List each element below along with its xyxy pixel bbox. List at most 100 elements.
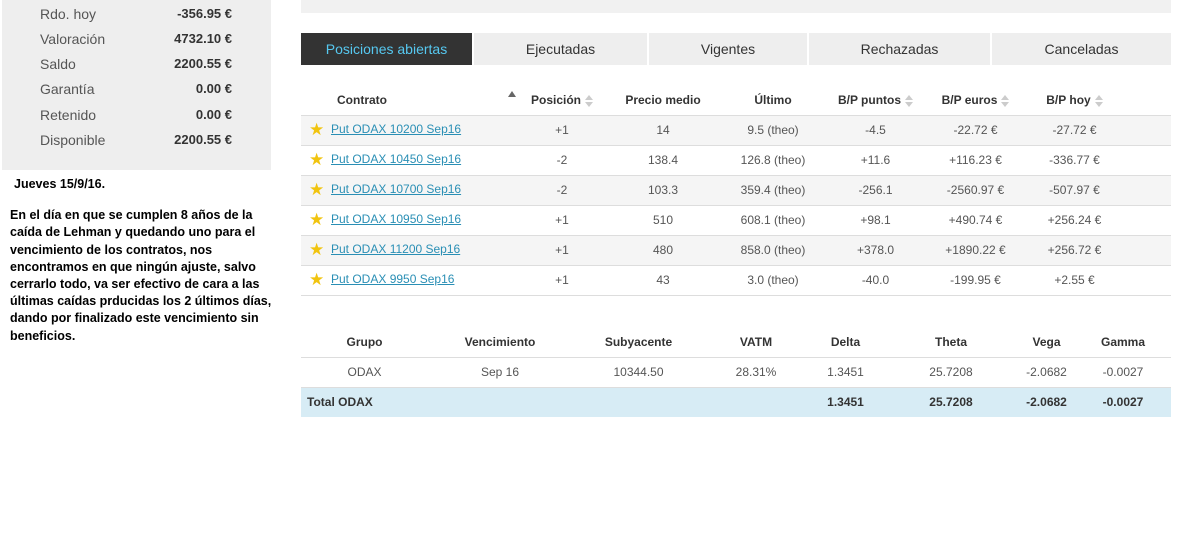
table-row: ★ Put ODAX 10450 Sep16 -2 138.4 126.8 (th…	[301, 145, 1171, 176]
star-icon[interactable]: ★	[309, 150, 331, 170]
pl-points-cell: +11.6	[828, 145, 923, 176]
pl-points-cell: -4.5	[828, 115, 923, 146]
spacer-cell	[1121, 265, 1171, 296]
column-header-pl-today[interactable]: B/P hoy	[1028, 85, 1121, 116]
tab-rechazadas[interactable]: Rechazadas	[809, 33, 990, 65]
contract-cell: ★ Put ODAX 10200 Sep16	[301, 115, 516, 146]
table-header-row: Grupo Vencimiento Subyacente VATM Delta …	[301, 327, 1171, 358]
sort-icon	[905, 94, 914, 107]
sort-icon	[1001, 94, 1010, 107]
sort-icon	[1094, 94, 1103, 107]
account-label: Valoración	[40, 31, 106, 47]
sort-ascending-icon	[508, 91, 516, 97]
orders-tabs: Posiciones abiertas Ejecutadas Vigentes …	[301, 33, 1171, 65]
account-label: Rdo. hoy	[40, 6, 97, 22]
total-label: Total ODAX	[301, 387, 807, 417]
account-row-valoracion: Valoración 4732.10 €	[2, 26, 271, 51]
column-header-vatm: VATM	[705, 327, 807, 358]
contract-link[interactable]: Put ODAX 10200 Sep16	[331, 122, 461, 136]
pl-euros-cell: +490.74 €	[923, 205, 1028, 236]
account-label: Disponible	[40, 132, 106, 148]
position-cell: -2	[516, 145, 608, 176]
table-row: ODAX Sep 16 10344.50 28.31% 1.3451 25.72…	[301, 357, 1171, 388]
account-summary-panel: Rdo. hoy -356.95 € Valoración 4732.10 € …	[2, 0, 271, 170]
contract-link[interactable]: Put ODAX 10950 Sep16	[331, 212, 461, 226]
contract-cell: ★ Put ODAX 10700 Sep16	[301, 175, 516, 206]
column-header-label: Contrato	[337, 92, 387, 107]
column-header-theta: Theta	[884, 327, 1018, 358]
account-row-disponible: Disponible 2200.55 €	[2, 127, 271, 152]
tab-vigentes[interactable]: Vigentes	[649, 33, 807, 65]
star-icon[interactable]: ★	[309, 180, 331, 200]
avg-price-cell: 510	[608, 205, 718, 236]
table-row: ★ Put ODAX 11200 Sep16 +1 480 858.0 (theo…	[301, 235, 1171, 266]
column-header-pl-points[interactable]: B/P puntos	[828, 85, 923, 116]
column-header-group: Grupo	[301, 327, 428, 358]
contract-link[interactable]: Put ODAX 9950 Sep16	[331, 272, 454, 286]
pl-euros-cell: +116.23 €	[923, 145, 1028, 176]
column-header-label: Precio medio	[625, 92, 701, 107]
table-row: ★ Put ODAX 10700 Sep16 -2 103.3 359.4 (th…	[301, 175, 1171, 206]
column-header-label: B/P puntos	[837, 92, 902, 107]
account-value: 2200.55 €	[174, 132, 232, 147]
star-icon[interactable]: ★	[309, 120, 331, 140]
account-row-saldo: Saldo 2200.55 €	[2, 51, 271, 76]
account-row-rdo-hoy: Rdo. hoy -356.95 €	[2, 1, 271, 26]
spacer-cell	[1121, 145, 1171, 176]
table-row: ★ Put ODAX 10950 Sep16 +1 510 608.1 (theo…	[301, 205, 1171, 236]
greeks-summary-table: Grupo Vencimiento Subyacente VATM Delta …	[301, 327, 1171, 417]
column-header-label: Último	[754, 92, 792, 107]
pl-today-cell: +2.55 €	[1028, 265, 1121, 296]
star-icon[interactable]: ★	[309, 240, 331, 260]
column-header-avg-price[interactable]: Precio medio	[608, 85, 718, 116]
account-value: 4732.10 €	[174, 31, 232, 46]
position-cell: +1	[516, 235, 608, 266]
column-header-last[interactable]: Último	[718, 85, 828, 116]
spacer-cell	[1121, 205, 1171, 236]
column-header-label: B/P euros	[941, 92, 998, 107]
column-header-position[interactable]: Posición	[516, 85, 608, 116]
note-body: En el día en que se cumplen 8 años de la…	[10, 208, 272, 343]
account-label: Retenido	[40, 107, 97, 123]
last-price-cell: 9.5 (theo)	[718, 115, 828, 146]
vega-cell: -2.0682	[1018, 357, 1075, 388]
total-row: Total ODAX 1.3451 25.7208 -2.0682 -0.002…	[301, 387, 1171, 417]
commentary-note: Jueves 15/9/16. En el día en que se cump…	[10, 176, 280, 345]
column-header-vega: Vega	[1018, 327, 1075, 358]
column-header-contract[interactable]: Contrato	[301, 85, 516, 116]
pl-today-cell: +256.24 €	[1028, 205, 1121, 236]
spacer-cell	[1121, 235, 1171, 266]
pl-today-cell: -27.72 €	[1028, 115, 1121, 146]
spacer-cell	[1121, 115, 1171, 146]
position-cell: +1	[516, 265, 608, 296]
avg-price-cell: 103.3	[608, 175, 718, 206]
contract-cell: ★ Put ODAX 9950 Sep16	[301, 265, 516, 296]
column-header-underlying: Subyacente	[572, 327, 705, 358]
pl-points-cell: -256.1	[828, 175, 923, 206]
contract-link[interactable]: Put ODAX 11200 Sep16	[331, 242, 460, 256]
contract-cell: ★ Put ODAX 10450 Sep16	[301, 145, 516, 176]
pl-points-cell: +98.1	[828, 205, 923, 236]
star-icon[interactable]: ★	[309, 270, 331, 290]
avg-price-cell: 14	[608, 115, 718, 146]
underlying-cell: 10344.50	[572, 357, 705, 388]
star-icon[interactable]: ★	[309, 210, 331, 230]
avg-price-cell: 480	[608, 235, 718, 266]
column-header-pl-euros[interactable]: B/P euros	[923, 85, 1028, 116]
contract-link[interactable]: Put ODAX 10700 Sep16	[331, 182, 461, 196]
last-price-cell: 359.4 (theo)	[718, 175, 828, 206]
contract-cell: ★ Put ODAX 10950 Sep16	[301, 205, 516, 236]
account-label: Garantía	[40, 81, 95, 97]
pl-points-cell: -40.0	[828, 265, 923, 296]
position-cell: +1	[516, 115, 608, 146]
position-cell: +1	[516, 205, 608, 236]
pl-today-cell: -336.77 €	[1028, 145, 1121, 176]
tab-ejecutadas[interactable]: Ejecutadas	[474, 33, 647, 65]
tab-posiciones-abiertas[interactable]: Posiciones abiertas	[301, 33, 472, 65]
pl-today-cell: +256.72 €	[1028, 235, 1121, 266]
contract-cell: ★ Put ODAX 11200 Sep16	[301, 235, 516, 266]
gamma-cell: -0.0027	[1075, 357, 1171, 388]
tab-canceladas[interactable]: Canceladas	[992, 33, 1171, 65]
table-row: ★ Put ODAX 9950 Sep16 +1 43 3.0 (theo) -4…	[301, 265, 1171, 296]
contract-link[interactable]: Put ODAX 10450 Sep16	[331, 152, 461, 166]
